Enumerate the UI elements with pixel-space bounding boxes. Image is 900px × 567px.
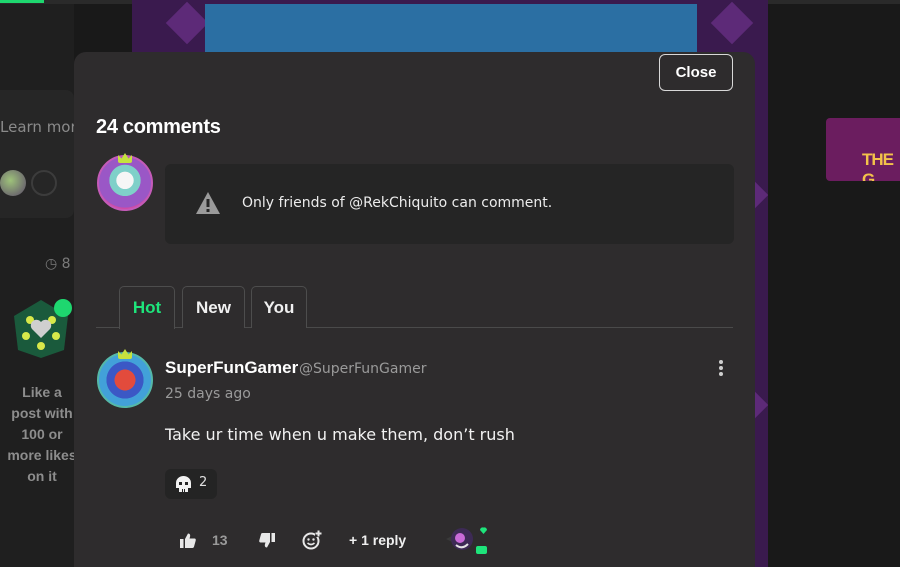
current-user-avatar xyxy=(97,155,153,211)
crown-icon xyxy=(118,349,132,359)
thumbnail-text: THE G xyxy=(862,150,894,181)
learn-more-link[interactable]: Learn more xyxy=(0,118,86,136)
top-bar-accent xyxy=(0,0,44,3)
left-card xyxy=(0,90,74,218)
reply-avatar-icon[interactable] xyxy=(446,526,488,556)
tab-hot[interactable]: Hot xyxy=(119,286,175,329)
comment-actions: 13 + 1 reply xyxy=(74,526,755,556)
comment-author-avatar[interactable] xyxy=(97,352,153,408)
badge-caption: Like a post with 100 or more likes on it xyxy=(7,384,77,484)
comment-author-name[interactable]: SuperFunGamer xyxy=(165,358,298,378)
tab-you[interactable]: You xyxy=(251,286,307,328)
bg-avatar xyxy=(0,170,26,196)
notice-text: Only friends of @RekChiquito can comment… xyxy=(242,195,553,211)
dislike-button[interactable] xyxy=(255,526,279,554)
comment-timestamp: 25 days ago xyxy=(165,386,251,402)
view-replies-button[interactable]: + 1 reply xyxy=(349,526,406,554)
sort-tabs: Hot New You xyxy=(96,285,733,329)
skull-reaction-button[interactable]: 2 xyxy=(165,469,217,499)
tab-new[interactable]: New xyxy=(182,286,245,328)
add-reaction-button[interactable] xyxy=(300,526,324,554)
heart-badge-icon xyxy=(14,299,72,358)
add-emoji-icon xyxy=(302,530,322,550)
close-button[interactable]: Close xyxy=(659,54,733,91)
like-button[interactable] xyxy=(176,526,200,554)
thumbs-down-icon xyxy=(259,532,275,547)
comment-body: Take ur time when u make them, don’t rus… xyxy=(165,425,515,444)
clock-value: 8 xyxy=(61,256,71,272)
comments-modal: Close 24 comments Only friends of @RekCh… xyxy=(74,52,755,567)
reaction-count: 2 xyxy=(199,475,208,490)
thumbnail-card[interactable]: THE G xyxy=(826,118,900,181)
thumbs-up-icon xyxy=(180,533,196,548)
bg-avatar-empty xyxy=(31,170,57,196)
comments-count-title: 24 comments xyxy=(96,116,221,138)
more-options-icon[interactable] xyxy=(714,360,728,382)
clock-stat: ◷ 8 xyxy=(45,256,71,272)
comment-author-handle[interactable]: @SuperFunGamer xyxy=(299,361,426,377)
comment-restriction-notice: Only friends of @RekChiquito can comment… xyxy=(165,164,734,244)
skull-icon xyxy=(176,476,191,492)
like-count: 13 xyxy=(212,532,228,548)
warning-icon xyxy=(196,192,220,214)
